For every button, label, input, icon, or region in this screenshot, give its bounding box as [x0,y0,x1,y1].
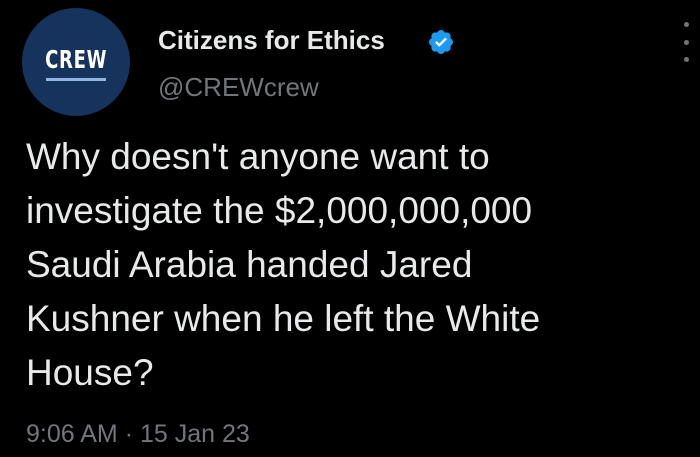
verified-badge-icon [429,30,453,54]
tweet-timestamp[interactable]: 9:06 AM · 15 Jan 23 [26,420,250,449]
more-dot [683,57,689,62]
tweet-date: 15 Jan 23 [139,420,250,448]
more-dot [683,39,689,45]
timestamp-separator: · [124,420,134,448]
avatar[interactable]: CREW [22,8,130,116]
more-dot [683,22,689,27]
tweet: CREW Citizens for Ethics @CREWcrew Why d… [0,0,700,457]
more-options-icon[interactable] [676,22,696,62]
tweet-text: Why doesn't anyone want to investigate t… [26,136,541,393]
tweet-time: 9:06 AM [26,420,118,448]
avatar-logo-text: CREW [44,45,108,74]
avatar-logo-underline [46,78,106,81]
author-handle[interactable]: @CREWcrew [158,72,319,103]
author-display-name[interactable]: Citizens for Ethics [158,25,385,56]
